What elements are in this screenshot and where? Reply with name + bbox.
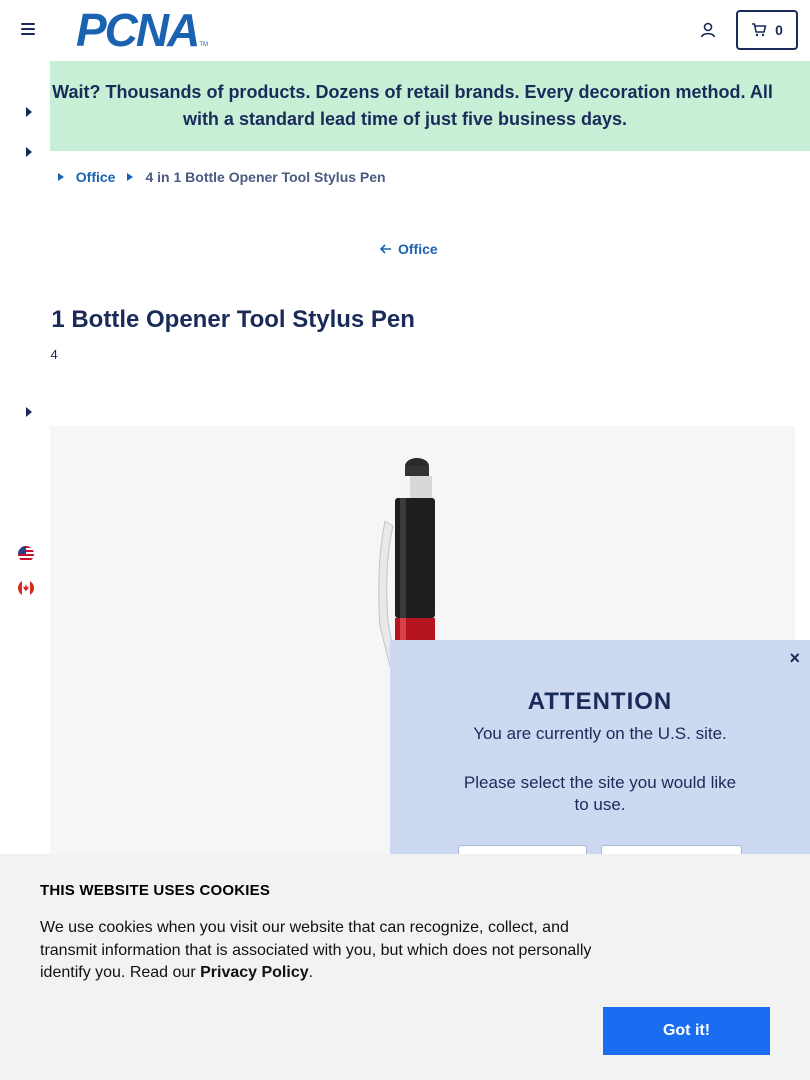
breadcrumb-current: 4 in 1 Bottle Opener Tool Stylus Pen — [145, 169, 386, 185]
cookie-body: We use cookies when you visit our websit… — [40, 917, 610, 985]
chevron-right-icon[interactable] — [25, 147, 33, 157]
account-icon[interactable] — [699, 21, 717, 39]
promo-banner-line2: with a standard lead time of just five b… — [182, 109, 628, 129]
hamburger-menu-icon[interactable] — [21, 23, 35, 37]
cart-count: 0 — [775, 22, 783, 38]
chevron-right-icon — [127, 173, 134, 181]
cookie-body-period: . — [308, 964, 314, 981]
site-selection-modal: × ATTENTION You are currently on the U.S… — [390, 640, 810, 885]
privacy-policy-link[interactable]: Privacy Policy — [200, 964, 309, 981]
arrow-left-icon — [380, 244, 391, 254]
pcna-logo[interactable]: PCNA TM — [76, 4, 209, 56]
breadcrumb-link-office[interactable]: Office — [76, 169, 116, 185]
chevron-right-icon[interactable] — [25, 107, 33, 117]
back-link-label: Office — [398, 241, 438, 257]
promo-banner-text: y Wait? Thousands of products. Dozens of… — [0, 79, 810, 133]
logo-text: PCNA — [76, 4, 200, 56]
chevron-right-icon[interactable] — [25, 407, 33, 417]
page: PCNA TM 0 y Wait? Thousands of products.… — [0, 0, 810, 1080]
product-title: n 1 Bottle Opener Tool Stylus Pen — [30, 306, 415, 333]
breadcrumb: e Office 4 in 1 Bottle Opener Tool Stylu… — [38, 169, 386, 185]
cart-icon — [752, 23, 767, 37]
close-icon[interactable]: × — [789, 648, 800, 669]
cookie-consent-banner: THIS WEBSITE USES COOKIES We use cookies… — [0, 854, 810, 1080]
cookie-body-text: We use cookies when you visit our websit… — [40, 919, 592, 981]
modal-title: ATTENTION — [527, 688, 673, 715]
cart-button[interactable]: 0 — [736, 10, 798, 50]
site-header: PCNA TM 0 — [0, 0, 810, 61]
canada-flag-icon[interactable] — [18, 580, 34, 596]
us-flag-icon[interactable] — [18, 546, 34, 562]
logo-trademark: TM — [199, 42, 209, 48]
chevron-right-icon — [57, 173, 64, 181]
cookie-title: THIS WEBSITE USES COOKIES — [40, 882, 271, 899]
modal-current-site-text: You are currently on the U.S. site. — [473, 724, 727, 743]
promo-banner: y Wait? Thousands of products. Dozens of… — [0, 61, 810, 151]
back-to-office-link[interactable]: Office — [380, 241, 438, 257]
promo-banner-line1: y Wait? Thousands of products. Dozens of… — [37, 82, 773, 102]
cookie-accept-button[interactable]: Got it! — [603, 1007, 770, 1055]
modal-select-site-text: Please select the site you would like to… — [463, 773, 737, 814]
